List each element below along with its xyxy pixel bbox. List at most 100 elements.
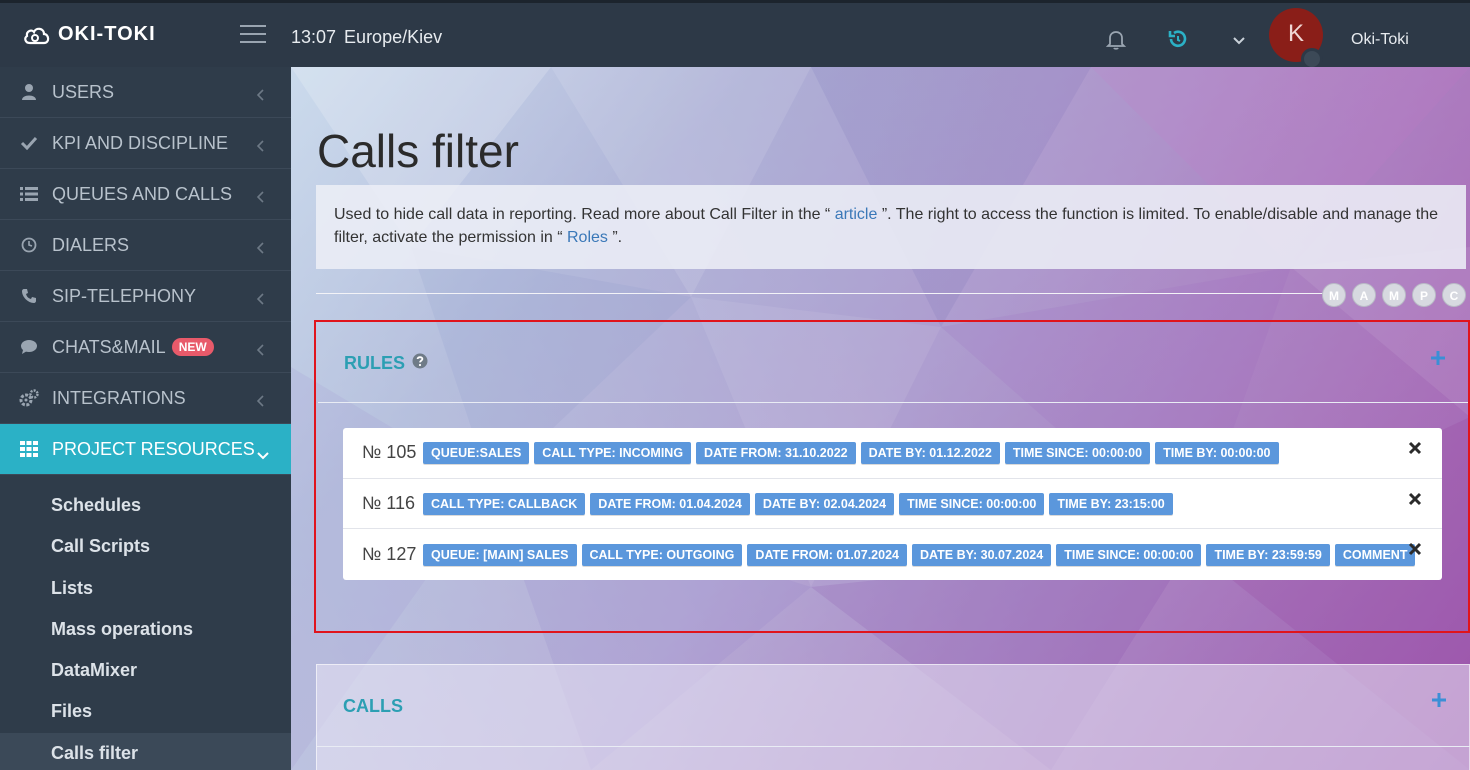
sidebar-subitem-mass-operations[interactable]: Mass operations [0, 609, 291, 650]
sidebar-subitem-files[interactable]: Files [0, 691, 291, 732]
sidebar-item-label: CHATS&MAIL [52, 336, 166, 357]
gears-icon [19, 389, 39, 407]
logo[interactable]: OKI-TOKI [22, 23, 156, 46]
sidebar-subitem-calls-filter[interactable]: Calls filter [0, 732, 291, 770]
rule-tag: QUEUE: [MAIN] SALES [423, 543, 577, 566]
new-badge: NEW [171, 338, 214, 356]
add-rule-button[interactable] [1430, 350, 1446, 371]
sidebar-item-users[interactable]: USERS [0, 67, 291, 118]
rule-tag: DATE BY: 01.12.2022 [860, 441, 1000, 464]
current-time: 13:07 [291, 27, 337, 47]
sidebar-item-kpi[interactable]: KPI AND DISCIPLINE [0, 118, 291, 169]
sidebar-item-sip[interactable]: SIP-TELEPHONY [0, 271, 291, 322]
page-title: Calls filter [317, 125, 519, 177]
clock: 13:07 Europe/Kiev [291, 27, 442, 48]
sidebar-item-dialers[interactable]: DIALERS [0, 220, 291, 271]
sidebar-subitem-lists[interactable]: Lists [0, 568, 291, 609]
rule-row[interactable]: № 116 CALL TYPE: CALLBACK DATE FROM: 01.… [343, 479, 1442, 530]
phone-icon [19, 288, 39, 304]
cloud-icon [24, 27, 50, 44]
rules-header: RULES [344, 353, 428, 374]
article-link[interactable]: article [835, 206, 878, 223]
user-initial[interactable]: M [1382, 283, 1406, 307]
main-content: Calls filter Used to hide call data in r… [291, 67, 1470, 770]
delete-rule-icon[interactable] [1408, 441, 1422, 460]
divider [318, 402, 1468, 403]
help-icon[interactable] [412, 353, 428, 374]
chevron-left-icon [256, 340, 265, 361]
rule-tag: DATE BY: 30.07.2024 [912, 543, 1052, 566]
rule-number: № 127 [362, 544, 417, 565]
top-bar: OKI-TOKI 13:07 Europe/Kiev K Oki-Toki [0, 0, 1470, 70]
rule-number: № 105 [362, 442, 417, 463]
user-initial[interactable]: C [1442, 283, 1466, 307]
info-text: Used to hide call data in reporting. Rea… [334, 206, 835, 223]
chevron-left-icon [256, 238, 265, 259]
sidebar-item-label: PROJECT RESOURCES [52, 438, 255, 459]
chat-icon [19, 339, 39, 355]
rule-row[interactable]: № 105 QUEUE:SALES CALL TYPE: INCOMING DA… [343, 428, 1442, 479]
clock-icon [19, 237, 39, 253]
user-name[interactable]: Oki-Toki [1351, 31, 1409, 49]
chevron-left-icon [256, 289, 265, 310]
rule-tag: DATE BY: 02.04.2024 [754, 492, 895, 515]
sidebar-item-chats[interactable]: CHATS&MAIL NEW [0, 322, 291, 373]
sidebar-item-label: USERS [52, 81, 115, 102]
rule-tag: CALL TYPE: OUTGOING [581, 543, 743, 566]
grid-icon [19, 441, 39, 457]
sidebar-item-queues[interactable]: QUEUES AND CALLS [0, 169, 291, 220]
divider [316, 293, 1326, 294]
chevron-left-icon [256, 391, 265, 412]
menu-toggle-button[interactable] [240, 25, 266, 45]
sidebar-subitem-call-scripts[interactable]: Call Scripts [0, 526, 291, 567]
rule-tag: TIME SINCE: 00:00:00 [1004, 441, 1151, 464]
sidebar-item-integrations[interactable]: INTEGRATIONS [0, 373, 291, 424]
bell-icon[interactable] [1104, 27, 1128, 56]
add-call-button[interactable] [1431, 692, 1447, 713]
user-initial[interactable]: A [1352, 283, 1376, 307]
user-initial[interactable]: P [1412, 283, 1436, 307]
rules-list: № 105 QUEUE:SALES CALL TYPE: INCOMING DA… [343, 428, 1442, 581]
sidebar-subitem-schedules[interactable]: Schedules [0, 485, 291, 526]
sidebar-item-label: QUEUES AND CALLS [52, 183, 233, 204]
chevron-left-icon [256, 136, 265, 157]
rule-row[interactable]: № 127 QUEUE: [MAIN] SALES CALL TYPE: OUT… [343, 529, 1442, 580]
rule-tag: DATE FROM: 31.10.2022 [696, 441, 856, 464]
user-initials: M A M P C [1322, 283, 1470, 307]
rule-tag: TIME SINCE: 00:00:00 [1056, 543, 1202, 566]
sidebar-item-label: KPI AND DISCIPLINE [52, 132, 229, 153]
rule-tag: TIME BY: 23:59:59 [1206, 543, 1330, 566]
calls-panel: CALLS [316, 664, 1470, 770]
logo-text: OKI-TOKI [58, 23, 156, 45]
sidebar-submenu: Schedules Call Scripts Lists Mass operat… [0, 475, 291, 770]
rule-number: № 116 [362, 493, 416, 514]
list-icon [19, 187, 39, 201]
rule-tag: TIME BY: 00:00:00 [1155, 441, 1279, 464]
calls-header: CALLS [343, 696, 403, 717]
rules-panel: RULES № 105 QUEUE:SALES CALL TYPE: INCOM… [314, 320, 1470, 633]
sidebar: USERS KPI AND DISCIPLINE QUEUES AND CALL… [0, 67, 291, 770]
rule-tag: TIME SINCE: 00:00:00 [899, 492, 1045, 515]
timezone: Europe/Kiev [344, 27, 443, 47]
rule-tag: DATE FROM: 01.07.2024 [747, 543, 907, 566]
rule-tag: CALL TYPE: INCOMING [534, 441, 692, 464]
chevron-down-icon [257, 444, 269, 465]
delete-rule-icon[interactable] [1408, 492, 1422, 511]
rule-tag: DATE FROM: 01.04.2024 [590, 492, 750, 515]
sidebar-subitem-datamixer[interactable]: DataMixer [0, 650, 291, 691]
roles-link[interactable]: Roles [567, 229, 608, 246]
rule-tag: COMMENT [1334, 543, 1416, 566]
info-box: Used to hide call data in reporting. Rea… [316, 185, 1466, 269]
chevron-left-icon [256, 85, 265, 106]
divider [317, 746, 1470, 747]
check-icon [19, 136, 39, 150]
rules-title: RULES [344, 353, 406, 373]
sidebar-item-project-resources[interactable]: PROJECT RESOURCES [0, 424, 291, 475]
delete-rule-icon[interactable] [1408, 542, 1422, 561]
sidebar-item-label: DIALERS [52, 234, 130, 255]
user-initial[interactable]: M [1322, 283, 1346, 307]
info-text: ”. [607, 229, 623, 246]
chevron-down-icon[interactable] [1232, 33, 1246, 51]
history-icon[interactable] [1166, 27, 1190, 56]
sidebar-item-label: INTEGRATIONS [52, 387, 186, 408]
